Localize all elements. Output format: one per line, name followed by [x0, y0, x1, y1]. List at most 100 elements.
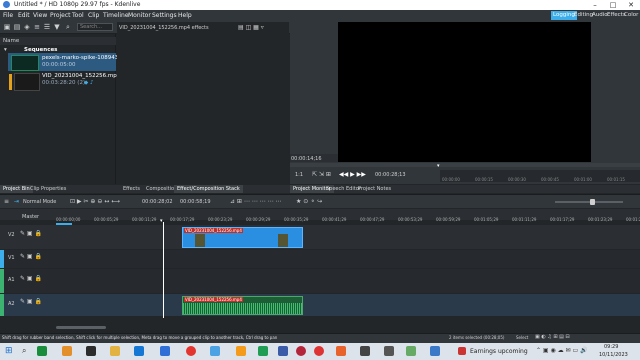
app-icon[interactable]: [134, 346, 144, 356]
track-controls-icon[interactable]: ✎ ▣ 🔒: [20, 253, 42, 260]
timeline-tools-icon[interactable]: ⊡ ▶ ✂ ⊕ ⊖ ↔ ⟷: [70, 198, 120, 205]
select-tool-label[interactable]: Select: [516, 335, 528, 340]
tag-icon[interactable]: ◈: [23, 23, 31, 31]
scale-tick: 00:01:00: [574, 177, 592, 182]
folder-icon[interactable]: [110, 346, 120, 356]
track-controls-icon[interactable]: ✎ ▣ 🔒: [20, 275, 42, 282]
menu-file[interactable]: File: [3, 12, 13, 19]
ruler-tick-label: 00:00:29;29: [246, 217, 271, 222]
scale-tick: 00:00:30: [508, 177, 526, 182]
app-icon[interactable]: [384, 346, 394, 356]
app-icon[interactable]: [296, 346, 306, 356]
bin-column-name: Name: [0, 37, 116, 45]
playhead[interactable]: [163, 222, 164, 318]
tab-project-notes[interactable]: Project Notes: [355, 185, 394, 193]
app-icon[interactable]: [37, 346, 47, 356]
zoom-icon[interactable]: ⌕: [64, 23, 72, 31]
add-clip-icon[interactable]: ▣: [3, 23, 11, 31]
clock-time: 09:29: [604, 344, 619, 350]
title-bar: Untitled * / HD 1080p 29.97 fps - Kdenli…: [0, 0, 640, 10]
effects-header: VID_20231004_152256.mp4 effects: [119, 25, 209, 31]
scale-tick: 00:00:15: [475, 177, 493, 182]
kdenlive-logo-icon: [3, 1, 10, 8]
zoom-slider[interactable]: [555, 201, 623, 203]
effect-tools-icon[interactable]: ▤ ◫ ▦ ▿: [238, 24, 264, 31]
maximize-button[interactable]: □: [604, 0, 622, 10]
track-name: A1: [8, 277, 15, 283]
track-controls-icon[interactable]: ✎ ▣ 🔒: [20, 298, 42, 305]
app-icon[interactable]: [360, 346, 370, 356]
track-controls-icon[interactable]: ✎ ▣ 🔒: [20, 230, 42, 237]
app-icon[interactable]: [406, 346, 416, 356]
track-target-marker[interactable]: [0, 269, 4, 293]
marker-icons[interactable]: ★ ⊙ ⚬ ↪: [296, 198, 322, 205]
monitor-screen: [338, 22, 591, 162]
video-thumbnail: [14, 73, 40, 91]
monitor-ruler: [290, 163, 640, 167]
browser-icon[interactable]: [186, 346, 196, 356]
audio-waveform: [183, 303, 302, 314]
track-target-marker[interactable]: [0, 294, 4, 316]
app-icon[interactable]: [336, 346, 346, 356]
bin-search-input[interactable]: Search...: [77, 23, 113, 31]
app-icon[interactable]: [430, 346, 440, 356]
tab-effect-stack[interactable]: Effect/Composition Stack: [174, 185, 243, 193]
warning-icon: [9, 74, 12, 90]
window-title: Untitled * / HD 1080p 29.97 fps - Kdenli…: [14, 1, 141, 8]
sequence-thumbnail: [11, 55, 39, 71]
zoom-slider-handle[interactable]: [590, 199, 595, 205]
filter-icon[interactable]: ▼: [53, 23, 61, 31]
menu-monitor[interactable]: Monitor: [128, 12, 151, 19]
add-folder-icon[interactable]: ▤: [13, 23, 21, 31]
app-icon[interactable]: [314, 346, 324, 356]
search-icon[interactable]: ⌕: [22, 346, 26, 356]
menu-settings[interactable]: Settings: [152, 12, 177, 19]
start-icon[interactable]: ⊞: [5, 346, 13, 356]
mode-icon: ⇥: [14, 198, 20, 205]
clip-frame-thumb: [278, 234, 288, 247]
menu-timeline[interactable]: Timeline: [103, 12, 129, 19]
menu-project[interactable]: Project: [50, 12, 71, 19]
timeline-scrollbar[interactable]: [56, 326, 106, 329]
effect-stack-panel: [117, 22, 289, 184]
list-view-icon[interactable]: ☰: [43, 23, 51, 31]
app-icon[interactable]: [160, 346, 170, 356]
close-button[interactable]: ✕: [622, 0, 640, 10]
kdenlive-taskbar-icon[interactable]: [210, 346, 220, 356]
edit-mode-select[interactable]: Normal Mode: [23, 199, 56, 205]
monitor-tools-icon[interactable]: ⇱ ⇲ ⊞: [312, 171, 331, 178]
menu-help[interactable]: Help: [178, 12, 192, 19]
menu-view[interactable]: View: [33, 12, 47, 19]
menu-bar: File Edit View Project Tool Clip Timelin…: [0, 10, 640, 21]
tray-icons[interactable]: ⌃ ▣ ◉ ☁ ✉ ▭ 🔊: [536, 347, 588, 354]
track-target-marker[interactable]: [0, 250, 4, 268]
ruler-tick-label: 00:00:47;29: [360, 217, 385, 222]
status-tools-icon[interactable]: ▣ ◐ ♫ ⊞ ▤ ⊟: [535, 334, 570, 340]
menu-edit[interactable]: Edit: [18, 12, 30, 19]
app-icon[interactable]: [86, 346, 96, 356]
zoom-select[interactable]: 1:1: [295, 172, 303, 178]
menu-icon[interactable]: ≡: [33, 23, 41, 31]
track-name: V2: [8, 232, 15, 238]
transport-icon[interactable]: ◀◀ ▶ ▶▶: [339, 171, 366, 178]
menu-tool[interactable]: Tool: [72, 12, 84, 19]
news-widget[interactable]: Earnings upcoming: [470, 348, 528, 355]
playhead-handle-icon[interactable]: ▾: [160, 218, 163, 224]
bin-item-duration: 00:00:05:00: [42, 62, 76, 68]
timeline-edit-icons[interactable]: ⊿ ⊞ ⋯ ⋯ ⋯ ⋯ ⋯: [230, 198, 282, 205]
app-icon[interactable]: [236, 346, 246, 356]
minimize-button[interactable]: –: [586, 0, 604, 10]
menu-icon[interactable]: ≡: [4, 198, 9, 205]
position-timecode[interactable]: 00:00:28;13: [375, 172, 406, 178]
app-icon[interactable]: [278, 346, 288, 356]
folder-arrow-icon[interactable]: ▾: [4, 47, 7, 53]
tab-clip-properties[interactable]: Clip Properties: [27, 185, 69, 193]
audio-clip[interactable]: VID_20231004_152256.mp4: [182, 296, 303, 315]
video-clip[interactable]: VID_20231004_152256.mp4: [182, 227, 303, 248]
ruler-tick-label: 00:00:59;29: [436, 217, 461, 222]
menu-clip[interactable]: Clip: [88, 12, 99, 19]
app-icon[interactable]: [258, 346, 268, 356]
tab-effects[interactable]: Effects: [120, 185, 143, 193]
workspace-color[interactable]: Color: [622, 11, 640, 20]
app-icon[interactable]: [62, 346, 72, 356]
